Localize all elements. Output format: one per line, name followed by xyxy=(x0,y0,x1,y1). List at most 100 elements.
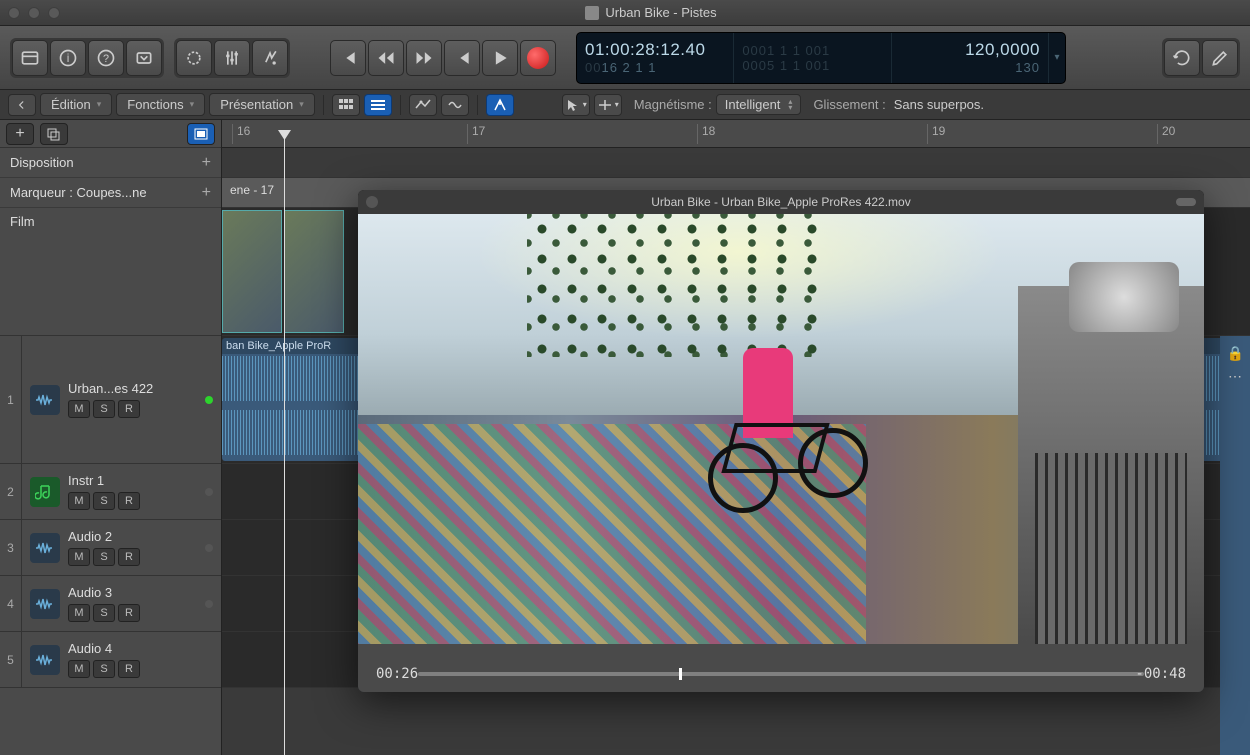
mute-button[interactable]: M xyxy=(68,604,90,622)
track-row-1[interactable]: 1 Urban...es 422 M S R xyxy=(0,336,221,464)
track-status-dot xyxy=(205,396,213,404)
playhead[interactable] xyxy=(284,138,285,755)
track-status-dot xyxy=(205,488,213,496)
solo-button[interactable]: S xyxy=(93,660,115,678)
editors-button[interactable] xyxy=(252,40,288,76)
instrument-track-icon xyxy=(30,477,60,507)
glissement-value: Sans superpos. xyxy=(894,97,984,112)
magnetisme-select[interactable]: Intelligent▴▾ xyxy=(716,94,802,115)
video-preview-window[interactable]: Urban Bike - Urban Bike_Apple ProRes 422… xyxy=(358,190,1204,692)
marquee-tool[interactable]: ▾ xyxy=(594,94,622,116)
toolbar-button[interactable] xyxy=(126,40,162,76)
grid-view-button[interactable] xyxy=(332,94,360,116)
go-to-start-button[interactable] xyxy=(330,40,366,76)
mute-button[interactable]: M xyxy=(68,492,90,510)
close-window-button[interactable] xyxy=(8,7,20,19)
inspector-button[interactable]: i xyxy=(50,40,86,76)
edit-tool-button[interactable] xyxy=(1202,40,1238,76)
tempo-main: 120,0000 xyxy=(900,40,1040,60)
minimize-window-button[interactable] xyxy=(28,7,40,19)
mute-button[interactable]: M xyxy=(68,400,90,418)
timeline-ruler[interactable]: 16 17 18 19 20 xyxy=(222,120,1250,148)
disposition-row[interactable]: Disposition+ xyxy=(0,148,221,178)
forward-button[interactable] xyxy=(406,40,442,76)
record-enable-button[interactable]: R xyxy=(118,492,140,510)
video-scrubber[interactable] xyxy=(418,672,1144,676)
svg-text:?: ? xyxy=(103,53,109,65)
record-enable-button[interactable]: R xyxy=(118,604,140,622)
arrangement-lane[interactable] xyxy=(222,148,1250,178)
rewind-button[interactable] xyxy=(368,40,404,76)
transport-controls xyxy=(330,40,556,76)
solo-button[interactable]: S xyxy=(93,548,115,566)
record-enable-button[interactable]: R xyxy=(118,660,140,678)
tracks-sub-toolbar: Édition▾ Fonctions▾ Présentation▾ ▾ ▾ Ma… xyxy=(0,90,1250,120)
window-controls xyxy=(8,7,60,19)
pointer-tool[interactable]: ▾ xyxy=(562,94,590,116)
cycle-button[interactable] xyxy=(1164,40,1200,76)
global-tracks-button[interactable] xyxy=(187,123,215,145)
track-status-dot xyxy=(205,600,213,608)
record-enable-button[interactable]: R xyxy=(118,548,140,566)
window-title: Urban Bike - Pistes xyxy=(60,5,1242,20)
lcd-display[interactable]: 01:00:28:12.40 0016 2 1 1 0001 1 1 001 0… xyxy=(576,32,1066,84)
audio-track-icon xyxy=(30,533,60,563)
track-row-5[interactable]: 5 Audio 4 MSR xyxy=(0,632,221,688)
svg-text:i: i xyxy=(67,52,70,65)
track-status-dot xyxy=(205,544,213,552)
smart-controls-button[interactable] xyxy=(176,40,212,76)
solo-button[interactable]: S xyxy=(93,604,115,622)
right-toolbar-group xyxy=(1162,38,1240,78)
solo-button[interactable]: S xyxy=(93,400,115,418)
film-row[interactable]: Film xyxy=(0,208,221,336)
record-enable-button[interactable]: R xyxy=(118,400,140,418)
close-video-button[interactable] xyxy=(366,196,378,208)
track-row-3[interactable]: 3 Audio 2 MSR xyxy=(0,520,221,576)
help-button[interactable]: ? xyxy=(88,40,124,76)
video-titlebar[interactable]: Urban Bike - Urban Bike_Apple ProRes 422… xyxy=(358,190,1204,214)
list-view-button[interactable] xyxy=(364,94,392,116)
catch-button[interactable] xyxy=(486,94,514,116)
mixer-button[interactable] xyxy=(214,40,250,76)
back-arrow-button[interactable] xyxy=(8,94,36,116)
glissement-label: Glissement : xyxy=(813,97,885,112)
video-frame: 00:26 -00:48 xyxy=(358,214,1204,692)
audio-track-icon xyxy=(30,385,60,415)
lock-icon[interactable]: 🔒 xyxy=(1227,345,1244,362)
document-icon xyxy=(585,6,599,20)
track-row-2[interactable]: 2 Instr 1 MSR xyxy=(0,464,221,520)
zoom-window-button[interactable] xyxy=(48,7,60,19)
track-row-4[interactable]: 4 Audio 3 MSR xyxy=(0,576,221,632)
automation-button[interactable] xyxy=(409,94,437,116)
edition-menu[interactable]: Édition▾ xyxy=(40,93,112,116)
more-icon[interactable]: ⋯ xyxy=(1228,368,1244,385)
video-thumbnail xyxy=(222,210,282,333)
biker-figure xyxy=(713,348,863,528)
play-button[interactable] xyxy=(482,40,518,76)
flex-button[interactable] xyxy=(441,94,469,116)
duplicate-track-button[interactable] xyxy=(40,123,68,145)
panel-buttons-group: i ? xyxy=(10,38,164,78)
video-time-elapsed: 00:26 xyxy=(376,666,418,682)
presentation-menu[interactable]: Présentation▾ xyxy=(209,93,315,116)
fonctions-menu[interactable]: Fonctions▾ xyxy=(116,93,205,116)
video-thumbnail xyxy=(284,210,344,333)
window-titlebar: Urban Bike - Pistes xyxy=(0,0,1250,26)
audio-track-icon xyxy=(30,589,60,619)
main-toolbar: i ? 01:00:28:12.40 0016 2 1 1 0001 1 1 0… xyxy=(0,26,1250,90)
mute-button[interactable]: M xyxy=(68,660,90,678)
video-resize-handle[interactable] xyxy=(1176,198,1196,206)
smart-controls-group xyxy=(174,38,290,78)
marker-row[interactable]: Marqueur : Coupes...ne+ xyxy=(0,178,221,208)
go-to-prev-button[interactable] xyxy=(444,40,480,76)
add-marker-icon[interactable]: + xyxy=(202,184,211,202)
solo-button[interactable]: S xyxy=(93,492,115,510)
mute-button[interactable]: M xyxy=(68,548,90,566)
magnetisme-label: Magnétisme : xyxy=(634,97,712,112)
timecode-main: 01:00:28:12.40 xyxy=(585,40,725,60)
add-arrangement-icon[interactable]: + xyxy=(202,154,211,172)
record-button[interactable] xyxy=(520,40,556,76)
add-track-button[interactable]: + xyxy=(6,123,34,145)
library-button[interactable] xyxy=(12,40,48,76)
lcd-dropdown[interactable]: ▾ xyxy=(1049,33,1065,83)
